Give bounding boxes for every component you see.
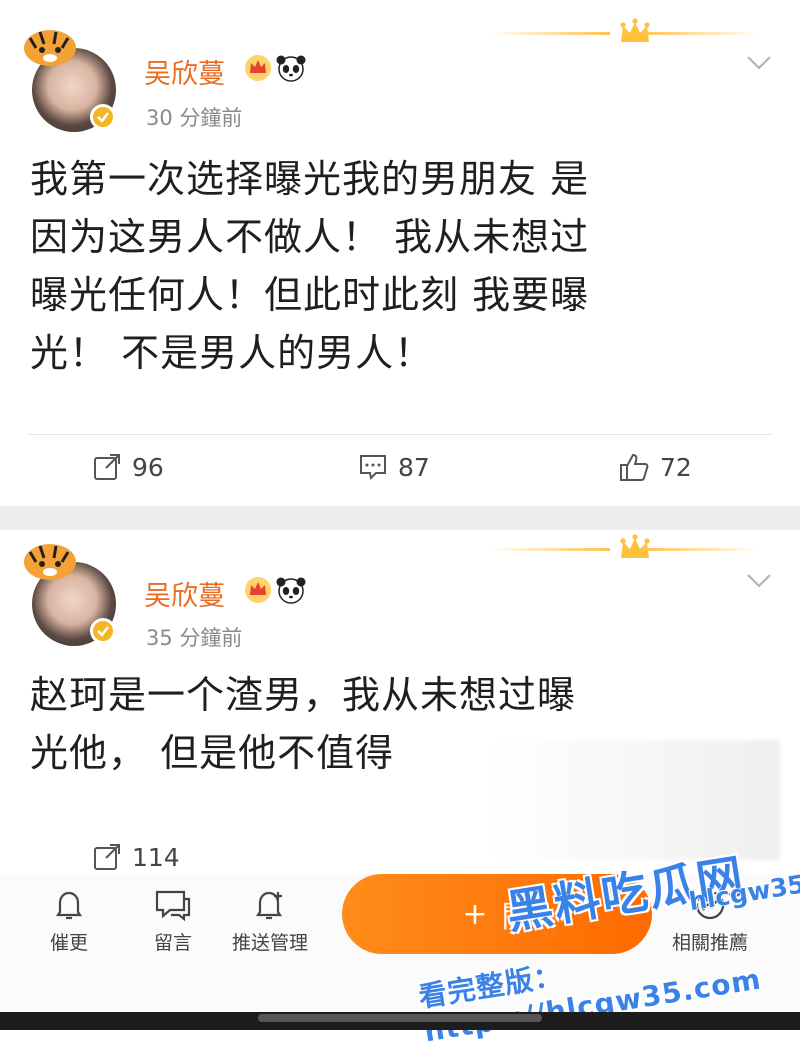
user-badges xyxy=(244,54,306,82)
divider xyxy=(28,434,772,435)
tab-label: 留言 xyxy=(154,932,193,954)
post-separator xyxy=(0,506,800,530)
post-time: 30 分鐘前 xyxy=(146,106,243,130)
repost-count: 114 xyxy=(132,842,180,872)
repost-button[interactable]: 114 xyxy=(92,842,180,872)
tab-urge[interactable]: 催更 xyxy=(50,888,88,955)
plus-icon: + xyxy=(462,896,488,932)
like-count: 72 xyxy=(660,452,692,482)
thumbs-up-icon xyxy=(620,453,649,481)
avatar[interactable] xyxy=(22,540,120,648)
message-icon xyxy=(155,890,191,922)
verified-badge-icon xyxy=(90,104,116,130)
member-crown-icon xyxy=(245,55,271,81)
repost-icon xyxy=(94,844,120,870)
bell-icon xyxy=(55,891,83,920)
home-indicator xyxy=(0,1012,800,1030)
repost-button[interactable]: 96 xyxy=(92,452,164,482)
content-line: 我第一次选择曝光我的男朋友 是 xyxy=(30,157,590,201)
avatar[interactable] xyxy=(22,26,120,134)
tiger-pendant-icon xyxy=(24,544,76,580)
panda-icon xyxy=(276,577,306,604)
content-line: 因为这男人不做人！ 我从未想过 xyxy=(30,215,590,259)
post-time: 35 分鐘前 xyxy=(146,626,243,650)
crown-decoration xyxy=(490,18,760,44)
post-actions: 96 87 72 xyxy=(0,452,800,492)
tab-label: 催更 xyxy=(50,932,89,954)
chevron-down-icon[interactable] xyxy=(746,54,772,72)
verified-badge-icon xyxy=(90,618,116,644)
post-content: 我第一次选择曝光我的男朋友 是 因为这男人不做人！ 我从未想过 曝光任何人！但此… xyxy=(30,150,770,382)
repost-icon xyxy=(94,454,120,480)
weibo-post: 吴欣蔓 35 分鐘前 赵珂是一个渣男，我从未想过曝 光他， 但是他不值得 xyxy=(0,530,800,870)
tab-label: 推送管理 xyxy=(232,932,309,954)
content-line: 赵珂是一个渣男，我从未想过曝 xyxy=(30,673,577,717)
username[interactable]: 吴欣蔓 xyxy=(144,574,225,613)
like-button[interactable]: 72 xyxy=(618,452,692,482)
comment-count: 87 xyxy=(398,452,430,482)
comment-button[interactable]: 87 xyxy=(358,452,430,482)
member-crown-icon xyxy=(245,577,271,603)
content-line: 光！ 不是男人的男人！ xyxy=(30,331,434,375)
username[interactable]: 吴欣蔓 xyxy=(144,52,225,91)
repost-count: 96 xyxy=(132,452,164,482)
panda-icon xyxy=(276,55,306,82)
comment-icon xyxy=(360,455,386,481)
tab-push-settings[interactable]: 推送管理 xyxy=(232,888,308,955)
tab-message[interactable]: 留言 xyxy=(154,888,192,955)
bell-plus-icon xyxy=(255,891,283,920)
weibo-post: 吴欣蔓 30 分鐘前 我第一次选择曝光我的男朋友 是 因为这男人不做人！ 我从未… xyxy=(0,0,800,506)
tiger-pendant-icon xyxy=(24,30,76,66)
crown-decoration xyxy=(490,534,760,560)
user-badges xyxy=(244,576,306,604)
chevron-down-icon[interactable] xyxy=(746,572,772,590)
content-line: 曝光任何人！但此时此刻 我要曝 xyxy=(30,273,590,317)
